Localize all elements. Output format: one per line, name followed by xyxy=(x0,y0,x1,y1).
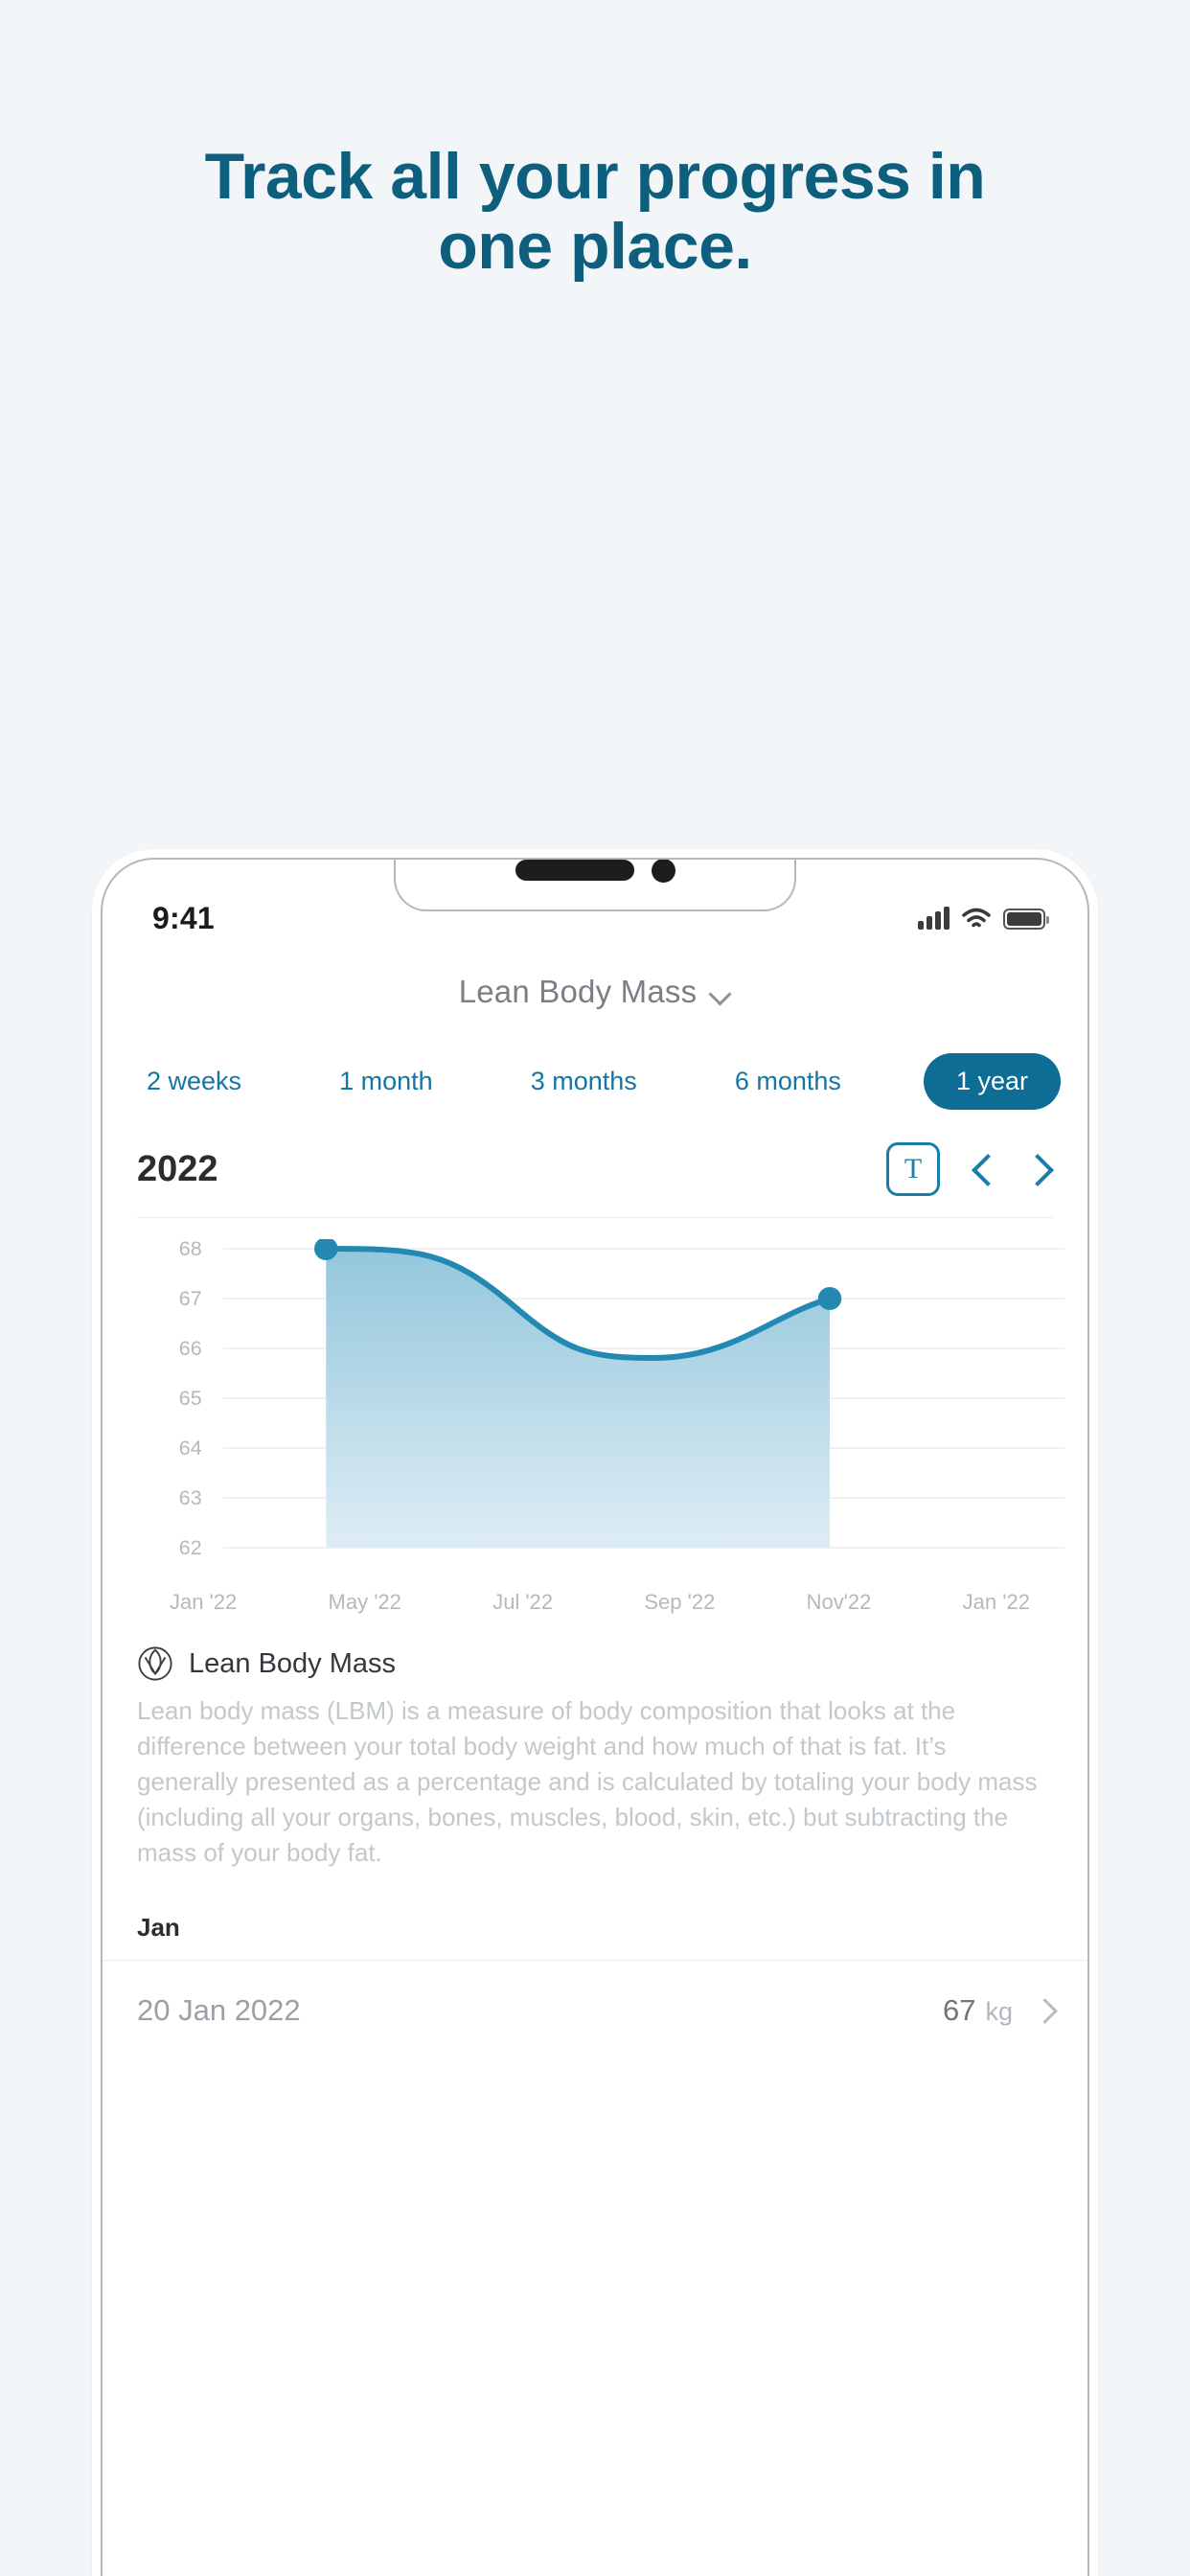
chart-x-axis: Jan '22 May '22 Jul '22 Sep '22 Nov'22 J… xyxy=(126,1584,1064,1615)
svg-text:64: 64 xyxy=(179,1438,202,1460)
metric-info-title: Lean Body Mass xyxy=(189,1647,397,1679)
svg-text:68: 68 xyxy=(179,1239,202,1260)
range-tabs: 2 weeks 1 month 3 months 6 months 1 year xyxy=(103,1036,1087,1110)
x-tick: Jul '22 xyxy=(492,1590,554,1614)
page-title-metric: Lean Body Mass xyxy=(458,974,698,1009)
x-tick: Nov'22 xyxy=(806,1590,872,1614)
today-button[interactable]: T xyxy=(886,1142,940,1196)
phone-screen: 9:41 Lean Body Mass 2 weeks 1 month 3 mo… xyxy=(101,858,1089,2576)
list-item[interactable]: 20 Jan 2022 67 kg xyxy=(103,1961,1087,2060)
tab-6-months[interactable]: 6 months xyxy=(720,1053,857,1110)
period-buttons: T xyxy=(886,1142,1055,1196)
wifi-icon xyxy=(962,908,991,928)
x-tick: Jan '22 xyxy=(962,1590,1030,1614)
x-tick: May '22 xyxy=(328,1590,401,1614)
list-item-value-group: 67 kg xyxy=(943,1993,1055,2028)
chart-point-end xyxy=(817,1287,842,1310)
svg-text:67: 67 xyxy=(179,1288,202,1310)
tab-1-year[interactable]: 1 year xyxy=(923,1053,1061,1110)
svg-text:66: 66 xyxy=(179,1338,202,1360)
chevron-right-icon[interactable] xyxy=(1026,1155,1055,1184)
leaf-circle-icon xyxy=(138,1646,172,1681)
tab-3-months[interactable]: 3 months xyxy=(515,1053,652,1110)
status-time: 9:41 xyxy=(152,900,215,935)
svg-text:62: 62 xyxy=(179,1537,202,1559)
metric-info-header: Lean Body Mass xyxy=(137,1645,1053,1682)
metric-info-body: Lean body mass (LBM) is a measure of bod… xyxy=(137,1696,1038,1867)
list-section-header: Jan xyxy=(137,1912,180,1942)
signal-icon xyxy=(918,907,950,930)
phone-sensors xyxy=(499,860,691,890)
list-item-value: 67 xyxy=(942,1992,976,2027)
page-root: Track all your progress in one place. 9:… xyxy=(0,0,1190,2576)
x-tick: Jan '22 xyxy=(170,1590,238,1614)
camera-icon xyxy=(651,860,675,883)
list-item-unit: kg xyxy=(985,1996,1013,2026)
lean-body-mass-area-chart: 68 67 66 65 64 63 62 xyxy=(179,1239,1064,1559)
chevron-down-icon[interactable] xyxy=(710,986,731,998)
phone-mockup: 9:41 Lean Body Mass 2 weeks 1 month 3 mo… xyxy=(92,849,1098,2576)
year-label: 2022 xyxy=(137,1148,218,1189)
app-content: Lean Body Mass 2 weeks 1 month 3 months … xyxy=(103,948,1087,2060)
page-title: Track all your progress in one place. xyxy=(204,140,986,284)
tab-2-weeks[interactable]: 2 weeks xyxy=(131,1053,257,1110)
svg-text:65: 65 xyxy=(179,1388,202,1410)
metric-info: Lean Body Mass Lean body mass (LBM) is a… xyxy=(103,1621,1087,1871)
status-icons xyxy=(918,907,1049,930)
speaker-icon xyxy=(515,860,634,881)
app-header[interactable]: Lean Body Mass xyxy=(103,948,1087,1036)
svg-text:63: 63 xyxy=(179,1487,202,1509)
chevron-left-icon[interactable] xyxy=(969,1155,997,1184)
chart-area-fill xyxy=(326,1249,830,1548)
tab-1-month[interactable]: 1 month xyxy=(324,1053,448,1110)
period-controls: 2022 T xyxy=(103,1110,1087,1217)
x-tick: Sep '22 xyxy=(644,1590,716,1614)
chart-container[interactable]: 68 67 66 65 64 63 62 Jan '22 May '22 Jul… xyxy=(103,1218,1087,1621)
battery-icon xyxy=(1003,908,1049,930)
list-item-date: 20 Jan 2022 xyxy=(137,1992,301,2027)
chevron-right-icon[interactable] xyxy=(1034,2000,1055,2021)
